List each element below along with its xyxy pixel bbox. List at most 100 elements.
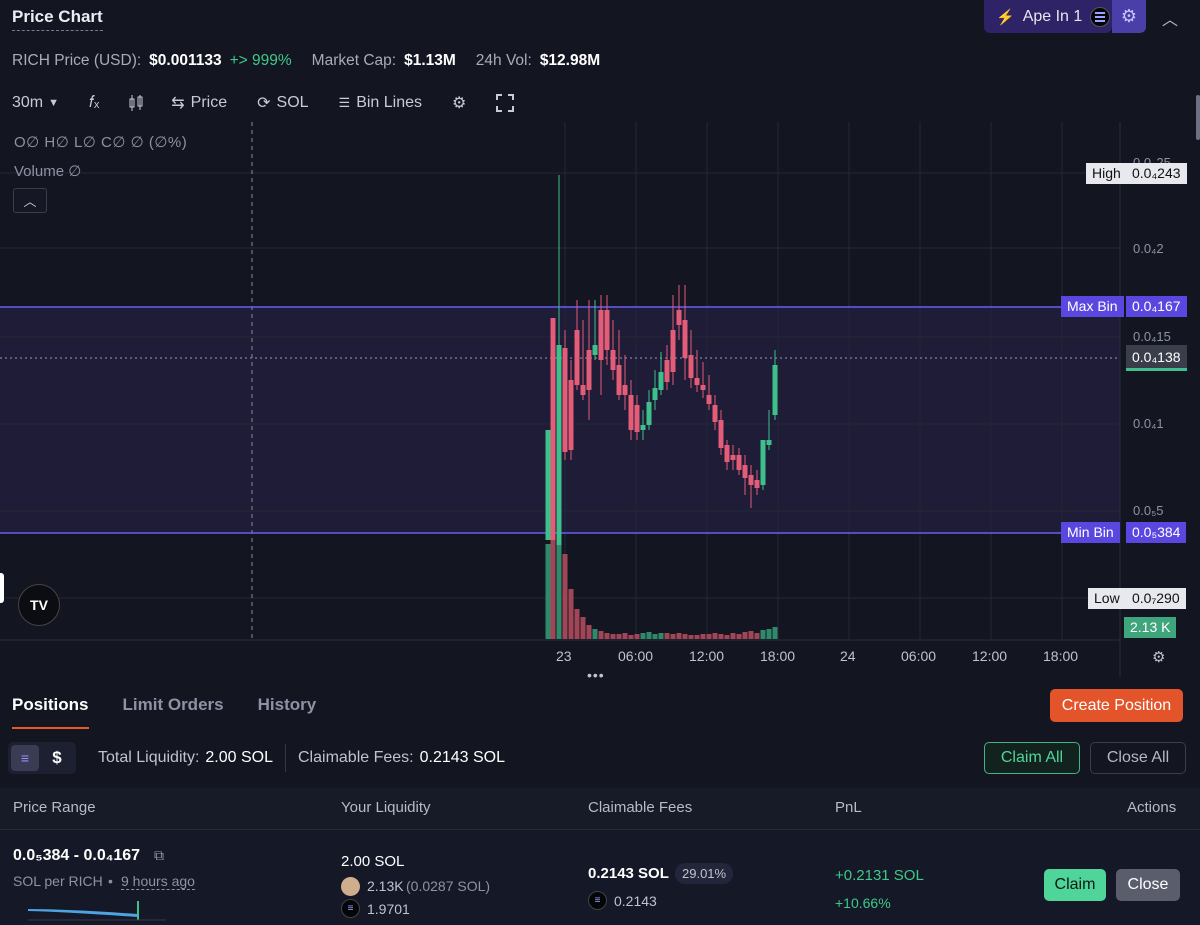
volume-bar <box>545 544 551 639</box>
candle-body <box>628 395 634 430</box>
gear-icon[interactable]: ⚙ <box>1112 0 1146 33</box>
age-label: 9 hours ago <box>121 873 195 890</box>
volume-bar <box>724 635 730 639</box>
side-handle[interactable] <box>0 573 4 603</box>
sol-toggle-label: SOL <box>276 94 309 111</box>
token-sol-amount: (0.0287 SOL) <box>406 878 491 894</box>
sol-icon[interactable]: ≡ <box>11 745 39 771</box>
volume-bar <box>772 627 778 639</box>
max-bin-tag-value: 0.0₄167 <box>1126 296 1187 317</box>
volume-bar <box>712 633 718 639</box>
bin-lines-toggle[interactable]: ☰ Bin Lines <box>339 94 422 112</box>
candle-body <box>646 402 652 425</box>
candle-body <box>640 425 646 430</box>
volume-bar <box>598 631 604 639</box>
close-all-button[interactable]: Close All <box>1090 742 1186 774</box>
vol-value: $12.98M <box>539 52 601 69</box>
x-tick: 06:00 <box>901 648 937 664</box>
price-toggle[interactable]: ⇆ Price <box>171 93 227 113</box>
volume-bar <box>622 633 628 639</box>
volume-bar <box>736 634 742 639</box>
fullscreen-icon[interactable] <box>496 94 515 112</box>
x-tick: 18:00 <box>760 648 796 664</box>
max-bin-tag-label: Max Bin <box>1061 296 1124 317</box>
candle-body <box>610 350 616 370</box>
chart-settings-icon[interactable]: ⚙ <box>452 93 466 113</box>
claim-button[interactable]: Claim <box>1044 869 1106 901</box>
sol-toggle[interactable]: ⟳ SOL <box>257 93 308 113</box>
col-pnl: PnL <box>835 799 862 816</box>
table-row[interactable]: 0.0₅384 - 0.0₄167 ⧉ SOL per RICH • 9 hou… <box>0 831 1200 925</box>
candle-body <box>694 378 700 385</box>
candle-body <box>724 445 730 462</box>
candle-body <box>604 310 610 350</box>
volume-bar <box>742 632 748 639</box>
time-settings-icon[interactable]: ⚙ <box>1152 648 1165 666</box>
collapse-legend-button[interactable]: ︿ <box>13 188 47 213</box>
volume-bar <box>760 630 766 639</box>
candle-body <box>622 385 628 395</box>
candle-body <box>682 320 688 358</box>
sol-icon: ≡ <box>341 899 360 918</box>
volume-bar <box>640 633 646 639</box>
create-position-button[interactable]: Create Position <box>1050 689 1183 722</box>
x-tick: 12:00 <box>689 648 725 664</box>
tab-history[interactable]: History <box>258 695 317 715</box>
bin-lines-label: Bin Lines <box>356 94 423 111</box>
volume-bar <box>604 633 610 639</box>
candles-icon[interactable] <box>129 95 143 111</box>
chevron-up-icon[interactable]: ︿ <box>1162 6 1178 30</box>
token-avatar <box>341 877 360 896</box>
candle-body <box>634 405 640 432</box>
candle-body <box>736 455 742 470</box>
chevron-up-icon: ︿ <box>23 194 37 209</box>
external-link-icon[interactable]: ⧉ <box>154 847 164 864</box>
volume-bar <box>556 544 562 639</box>
claim-all-button[interactable]: Claim All <box>984 742 1080 774</box>
x-tick: 18:00 <box>1043 648 1079 664</box>
tab-positions[interactable]: Positions <box>12 695 89 729</box>
pnl-pct: +10.66% <box>835 895 891 911</box>
indicators-icon[interactable]: 𝑓ₓ <box>89 94 99 112</box>
current-price-tag: 0.0₄138 <box>1126 345 1187 371</box>
scrollbar[interactable] <box>1196 95 1200 140</box>
col-fees: Claimable Fees <box>588 799 693 816</box>
volume-bar <box>574 609 580 639</box>
fees-pct-badge: 29.01% <box>675 863 734 884</box>
range-sparkline <box>28 901 166 921</box>
bolt-icon: ⚡ <box>996 8 1015 26</box>
tab-limit-orders[interactable]: Limit Orders <box>123 695 224 715</box>
dollar-toggle[interactable]: $ <box>45 748 69 768</box>
claimable-fees-label: Claimable Fees: <box>298 749 414 766</box>
price-change: +> 999% <box>229 52 292 69</box>
positions-tabs: Positions Limit Orders History <box>12 695 317 729</box>
refresh-icon: ⟳ <box>257 95 271 112</box>
col-price-range: Price Range <box>13 799 96 816</box>
ape-in-button[interactable]: ⚡ Ape In 1 <box>984 0 1112 33</box>
resize-handle[interactable]: ••• <box>587 667 605 683</box>
price-chart[interactable] <box>0 122 1200 677</box>
ohlc-legend: O∅ H∅ L∅ C∅ ∅ (∅%) <box>14 134 188 151</box>
currency-toggle[interactable]: ≡ $ <box>8 742 76 774</box>
ape-in-label: Ape In 1 <box>1022 7 1083 25</box>
close-button[interactable]: Close <box>1116 869 1180 901</box>
volume-bar <box>682 634 688 639</box>
total-liquidity-value: 2.00 SOL <box>205 749 273 766</box>
y-tick: 0.0₅5 <box>1133 503 1164 518</box>
candle-body <box>568 380 574 450</box>
tradingview-logo[interactable]: TV <box>18 584 60 626</box>
y-tick: 0.0₄2 <box>1133 241 1164 256</box>
y-tick: 0.0₄1 <box>1133 416 1164 431</box>
interval-select[interactable]: 30m ▼ <box>12 94 59 112</box>
volume-bar <box>646 632 652 639</box>
candle-body <box>772 365 778 415</box>
candle-body <box>730 455 736 460</box>
candle-body <box>550 318 556 540</box>
x-tick: 24 <box>840 648 856 664</box>
unit-label: SOL per RICH <box>13 873 103 889</box>
y-tick: 0.0₄15 <box>1133 329 1171 344</box>
mcap-label: Market Cap: <box>311 52 397 69</box>
candle-body <box>574 330 580 385</box>
candle-body <box>766 440 772 445</box>
volume-bar <box>706 634 712 639</box>
